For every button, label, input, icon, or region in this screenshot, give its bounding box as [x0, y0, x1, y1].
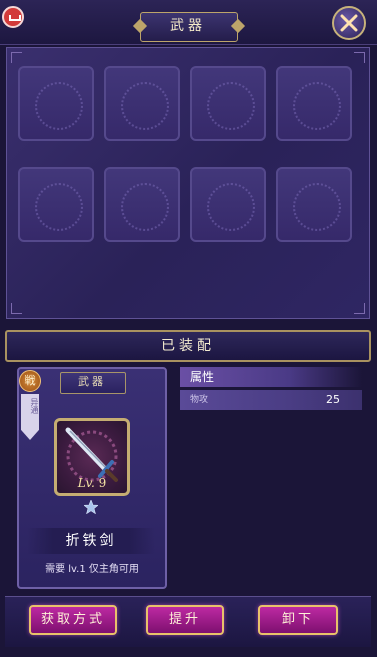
item-name: 折铁剑	[65, 533, 117, 549]
card-category-label: 武器	[78, 375, 106, 388]
corner-ornament	[11, 52, 22, 63]
inventory-slot-1[interactable]	[18, 66, 94, 141]
unequip-button[interactable]: 卸下	[258, 605, 338, 635]
corner-ornament	[354, 52, 365, 63]
equipped-header-label: 已装配	[161, 338, 215, 354]
notification-badge-icon[interactable]	[2, 6, 24, 28]
seal-icon: 戦	[19, 370, 41, 392]
inventory-slot-4[interactable]	[276, 66, 352, 141]
attributes-header-label: 属性	[190, 370, 215, 384]
inventory-panel	[6, 47, 370, 319]
item-requirement: 需要 lv.1 仅主角可用	[45, 564, 139, 575]
ribbon-text: 异通	[30, 398, 39, 414]
item-level-prefix: Lv.	[77, 476, 95, 490]
upgrade-button[interactable]: 提升	[146, 605, 224, 635]
inventory-slot-5[interactable]	[18, 167, 94, 242]
star-icon	[84, 500, 98, 514]
attribute-name: 物攻	[190, 395, 209, 405]
inventory-slot-3[interactable]	[190, 66, 266, 141]
item-level-value: 9	[98, 476, 107, 490]
inventory-slot-7[interactable]	[190, 167, 266, 242]
inventory-slot-8[interactable]	[276, 167, 352, 242]
close-icon	[340, 14, 358, 32]
obtain-method-button[interactable]: 获取方式	[29, 605, 117, 635]
item-level: Lv. 9	[54, 476, 130, 490]
page-title: 武器	[170, 18, 206, 34]
corner-ornament	[354, 303, 365, 314]
inventory-slot-2[interactable]	[104, 66, 180, 141]
inventory-slot-6[interactable]	[104, 167, 180, 242]
corner-ornament	[11, 303, 22, 314]
close-button[interactable]	[332, 6, 366, 40]
attribute-value: 25	[326, 393, 340, 406]
